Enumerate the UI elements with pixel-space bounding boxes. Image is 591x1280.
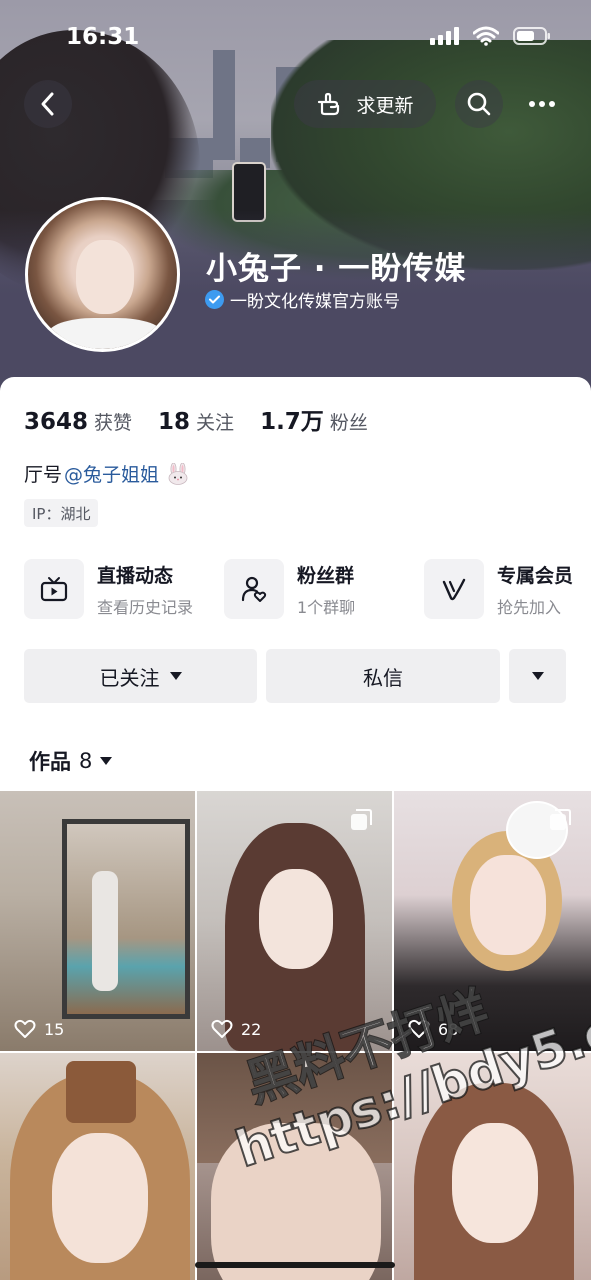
stat-value: 18 [158, 409, 191, 435]
battery-icon [513, 26, 551, 46]
heart-icon [14, 1019, 36, 1038]
tile-face [211, 1123, 381, 1280]
request-update-button[interactable]: 求更新 [294, 80, 436, 128]
stat-followers[interactable]: 1.7万 粉丝 [260, 402, 368, 436]
video-tile[interactable]: 22 [197, 791, 392, 1051]
like-count: 15 [14, 1019, 64, 1039]
ip-location-badge: IP：湖北 [24, 499, 99, 527]
stat-value: 3648 [24, 409, 89, 435]
works-count: 8 [79, 749, 93, 773]
cover-building [213, 50, 235, 160]
more-dot-icon [529, 101, 535, 107]
pointing-hand-icon [318, 92, 340, 116]
hall-link[interactable]: @兔子姐姐 [64, 460, 159, 487]
service-title: 直播动态 [97, 564, 174, 587]
caret-down-icon [531, 672, 544, 680]
video-tile[interactable]: 15 [0, 791, 195, 1051]
video-tile[interactable] [197, 1053, 392, 1280]
service-fan-group[interactable]: 粉丝群 1个群聊 [224, 559, 424, 619]
profile-stats: 3648 获赞 18 关注 1.7万 粉丝 [24, 402, 394, 436]
multi-image-icon [550, 809, 571, 830]
more-dot-icon [549, 101, 555, 107]
more-options-button[interactable] [518, 80, 566, 128]
stat-label: 粉丝 [329, 412, 368, 434]
service-title: 专属会员 [497, 564, 574, 587]
video-tile[interactable] [0, 1053, 195, 1280]
like-count-value: 22 [241, 1019, 262, 1039]
service-subtitle: 抢先加入 [497, 597, 562, 617]
request-update-label: 求更新 [356, 94, 414, 117]
home-indicator[interactable] [195, 1262, 395, 1268]
verified-text: 一盼文化传媒官方账号 [230, 292, 400, 312]
video-tile[interactable] [394, 1053, 591, 1280]
chevron-left-icon [41, 92, 54, 116]
service-subtitle: 1个群聊 [297, 597, 356, 617]
service-subtitle: 查看历史记录 [97, 597, 194, 617]
status-icons [430, 26, 551, 46]
stat-likes[interactable]: 3648 获赞 [24, 408, 132, 435]
followed-label: 已关注 [99, 665, 160, 690]
heart-icon [408, 1019, 430, 1038]
vip-icon [424, 559, 484, 619]
status-time: 16:31 [66, 24, 140, 50]
caret-down-icon [100, 757, 113, 765]
service-vip[interactable]: 专属会员 抢先加入 [424, 559, 591, 619]
fan-group-icon [224, 559, 284, 619]
like-count-value: 15 [44, 1019, 65, 1039]
profile-actions: 已关注 私信 [24, 649, 566, 703]
avatar-face [76, 240, 134, 314]
service-live-history[interactable]: 直播动态 查看历史记录 [24, 559, 224, 619]
stat-label: 关注 [196, 412, 235, 434]
tile-mirror-frame [62, 819, 190, 1019]
tab-works[interactable]: 作品 8 [29, 746, 113, 776]
avatar[interactable] [25, 197, 180, 352]
search-button[interactable] [455, 80, 503, 128]
stat-value: 1.7万 [260, 409, 324, 435]
followed-button[interactable]: 已关注 [24, 649, 257, 703]
multi-image-icon [351, 809, 372, 830]
avatar-shirt [48, 318, 163, 349]
verified-row: 一盼文化传媒官方账号 [205, 287, 400, 312]
works-grid: 15 22 68 [0, 791, 591, 1280]
back-button[interactable] [24, 80, 72, 128]
like-count: 22 [211, 1019, 261, 1039]
like-count: 68 [408, 1019, 458, 1039]
tile-cat-filter [66, 1061, 136, 1123]
service-title: 粉丝群 [297, 564, 355, 587]
more-dot-icon [539, 101, 545, 107]
wifi-icon [473, 26, 499, 46]
service-entries: 直播动态 查看历史记录 粉丝群 1个群聊 专属会员 抢先加入 [24, 559, 591, 619]
hall-row: 厅号 @兔子姐姐 [24, 460, 191, 487]
profile-nickname: 小兔子 · 一盼传媒 [206, 251, 467, 287]
tile-figure [92, 871, 118, 991]
tile-face [52, 1133, 148, 1263]
video-tile[interactable]: 68 [394, 791, 591, 1051]
tile-face [259, 869, 333, 969]
hall-prefix: 厅号 [24, 464, 63, 486]
caret-down-icon [169, 672, 182, 680]
signal-icon [430, 27, 459, 45]
search-icon [467, 92, 491, 116]
message-label: 私信 [363, 665, 403, 690]
message-button[interactable]: 私信 [266, 649, 500, 703]
heart-icon [211, 1019, 233, 1038]
tv-icon [24, 559, 84, 619]
works-label: 作品 [29, 750, 71, 774]
like-count-value: 68 [438, 1019, 459, 1039]
rabbit-icon [165, 462, 191, 485]
verified-check-icon [205, 290, 224, 309]
tile-face [470, 855, 546, 955]
stat-following[interactable]: 18 关注 [158, 408, 234, 435]
tile-face [452, 1123, 538, 1243]
stat-label: 获赞 [94, 412, 133, 434]
expand-actions-button[interactable] [509, 649, 566, 703]
